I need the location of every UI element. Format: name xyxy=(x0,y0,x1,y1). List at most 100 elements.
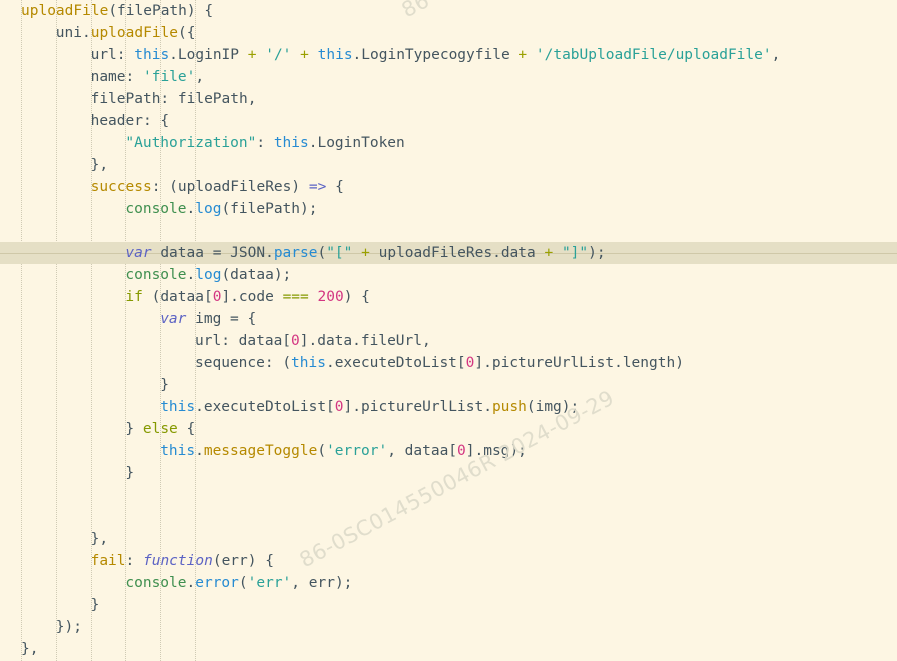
code-line[interactable]: } else { xyxy=(0,418,897,440)
code-token: ( xyxy=(317,245,327,261)
code-line[interactable]: filePath: filePath, xyxy=(0,88,897,110)
code-line[interactable]: uni.uploadFile({ xyxy=(0,22,897,44)
code-line-text: this.executeDtoList[0].pictureUrlList.pu… xyxy=(160,396,579,418)
code-token: sequence: xyxy=(195,355,283,371)
code-token: ( xyxy=(221,201,231,217)
code-token: this xyxy=(273,135,309,151)
code-line[interactable]: fail: function(err) { xyxy=(0,550,897,572)
code-token: ); xyxy=(273,267,292,283)
code-line-text: sequence: (this.executeDtoList[0].pictur… xyxy=(195,352,684,374)
code-line[interactable]: if (dataa[0].code === 200) { xyxy=(0,286,897,308)
code-token: filePath: filePath, xyxy=(90,91,257,107)
code-token: log xyxy=(195,201,222,217)
code-line-text: filePath: filePath, xyxy=(91,88,257,110)
code-token: if xyxy=(125,289,143,305)
code-token: . xyxy=(186,575,196,591)
code-token: . xyxy=(195,443,204,459)
code-line[interactable]: }, xyxy=(0,154,897,176)
code-line-text: "Authorization": this.LoginToken xyxy=(125,132,404,154)
code-line[interactable]: } xyxy=(0,462,897,484)
code-token: this xyxy=(160,443,196,459)
code-line[interactable]: uploadFile(filePath) { xyxy=(0,0,897,22)
code-token: url: dataa[ xyxy=(195,333,292,349)
code-token: 0 xyxy=(334,399,344,415)
code-line[interactable]: "Authorization": this.LoginToken xyxy=(0,132,897,154)
code-token: ].pictureUrlList.length xyxy=(474,355,676,371)
code-line[interactable]: }); xyxy=(0,616,897,638)
code-token: + xyxy=(300,47,309,63)
code-token: ); xyxy=(561,399,580,415)
code-token: url: xyxy=(90,47,135,63)
code-token: + xyxy=(518,47,528,63)
code-token: : xyxy=(256,135,274,151)
code-line-text: header: { xyxy=(91,110,170,132)
code-token: .executeDtoList[ xyxy=(325,355,466,371)
code-token: , xyxy=(771,47,781,63)
code-token: } xyxy=(125,465,135,481)
code-line[interactable]: } xyxy=(0,594,897,616)
code-line-text: var dataa = JSON.parse("[" + uploadFileR… xyxy=(125,242,605,264)
code-line-text: uni.uploadFile({ xyxy=(56,22,196,44)
code-token: ({ xyxy=(178,25,196,41)
code-token: uploadFileRes xyxy=(177,179,292,195)
code-token: .LoginTypecogyfile xyxy=(352,47,519,63)
code-content[interactable]: uploadFile(filePath) {uni.uploadFile({ur… xyxy=(0,0,897,661)
code-line-text: if (dataa[0].code === 200) { xyxy=(125,286,370,308)
code-token: img = { xyxy=(186,311,257,327)
code-line-text: this.messageToggle('error', dataa[0].msg… xyxy=(160,440,527,462)
code-token: header: { xyxy=(90,113,170,129)
code-line[interactable]: this.executeDtoList[0].pictureUrlList.pu… xyxy=(0,396,897,418)
code-token: this xyxy=(317,47,353,63)
code-token: filePath xyxy=(230,201,301,217)
code-token: } xyxy=(125,421,143,437)
code-token: uploadFile xyxy=(21,3,109,19)
code-token: 200 xyxy=(317,289,344,305)
code-line[interactable]: console.log(dataa); xyxy=(0,264,897,286)
code-token: function xyxy=(142,553,213,569)
code-line-text: console.log(dataa); xyxy=(125,264,291,286)
code-token: uploadFile xyxy=(90,25,179,41)
code-token: err xyxy=(221,553,248,569)
code-line-current[interactable]: var dataa = JSON.parse("[" + uploadFileR… xyxy=(0,242,897,264)
code-editor-viewport[interactable]: uploadFile(filePath) {uni.uploadFile({ur… xyxy=(0,0,897,661)
code-line-text: }); xyxy=(56,616,82,638)
code-token: '/' xyxy=(265,47,292,63)
code-token: ) { xyxy=(343,289,370,305)
code-line[interactable]: }, xyxy=(0,528,897,550)
code-line-text: url: this.LoginIP + '/' + this.LoginType… xyxy=(91,44,781,66)
code-line-text: } xyxy=(160,374,169,396)
code-line[interactable]: sequence: (this.executeDtoList[0].pictur… xyxy=(0,352,897,374)
code-token: log xyxy=(195,267,222,283)
code-line[interactable]: var img = { xyxy=(0,308,897,330)
code-token: , err xyxy=(291,575,335,591)
code-line[interactable]: } xyxy=(0,374,897,396)
code-line[interactable]: this.messageToggle('error', dataa[0].msg… xyxy=(0,440,897,462)
code-token: this xyxy=(160,399,196,415)
code-line[interactable]: url: this.LoginIP + '/' + this.LoginType… xyxy=(0,44,897,66)
code-line[interactable]: name: 'file', xyxy=(0,66,897,88)
code-line-text: console.log(filePath); xyxy=(125,198,317,220)
code-token: var xyxy=(160,311,187,327)
code-line[interactable]: header: { xyxy=(0,110,897,132)
code-line-text: fail: function(err) { xyxy=(91,550,274,572)
code-line[interactable] xyxy=(0,506,897,528)
code-line[interactable]: success: (uploadFileRes) => { xyxy=(0,176,897,198)
code-token: ].msg xyxy=(465,443,510,459)
code-token: { xyxy=(177,421,196,437)
code-line[interactable]: console.log(filePath); xyxy=(0,198,897,220)
code-token: ].data.fileUrl, xyxy=(299,333,431,349)
code-token: } xyxy=(90,597,100,613)
code-line[interactable]: }, xyxy=(0,638,897,660)
code-token: ( xyxy=(212,553,222,569)
code-token: 'file' xyxy=(142,69,196,85)
code-line[interactable] xyxy=(0,220,897,242)
code-line[interactable]: url: dataa[0].data.fileUrl, xyxy=(0,330,897,352)
code-token: }, xyxy=(90,531,109,547)
code-token: this xyxy=(134,47,170,63)
code-token: 'err' xyxy=(247,575,292,591)
code-line[interactable]: console.error('err', err); xyxy=(0,572,897,594)
code-token: uni. xyxy=(55,25,91,41)
code-line[interactable] xyxy=(0,484,897,506)
